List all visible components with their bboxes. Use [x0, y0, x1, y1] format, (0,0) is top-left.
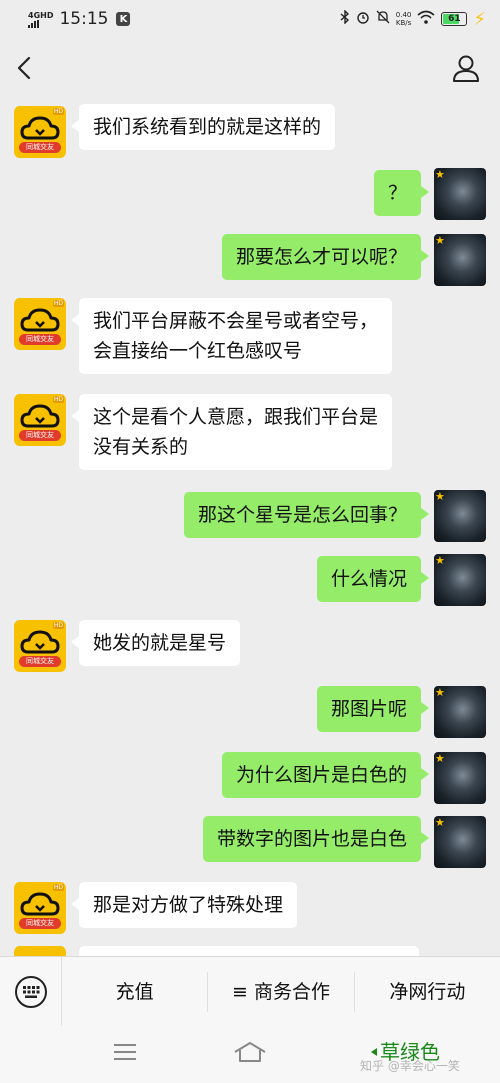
menu-business[interactable]: ≡ 商务合作	[208, 971, 355, 1012]
message-bubble[interactable]: 我们系统看到的就是这样的	[70, 104, 336, 150]
network-indicator: 4GHD	[28, 11, 53, 28]
message-bubble[interactable]: 这个是看个人意愿，跟我们平台是 没有关系的	[70, 394, 393, 470]
avatar-tag: 同城交友	[19, 918, 61, 929]
hd-badge: HD	[52, 396, 64, 403]
star-icon: ★	[435, 554, 445, 567]
user-avatar[interactable]: ★	[434, 490, 486, 542]
user-avatar[interactable]: ★	[434, 752, 486, 804]
star-icon: ★	[435, 490, 445, 503]
user-avatar[interactable]: ★	[434, 168, 486, 220]
menu-clean-network[interactable]: 净网行动	[355, 972, 500, 1012]
avatar-tag: 同城交友	[19, 656, 61, 667]
bottom-menu: 充值 ≡ 商务合作 净网行动	[0, 956, 500, 1027]
contact-avatar[interactable]: HD 同城交友	[14, 106, 66, 158]
person-icon	[453, 55, 479, 82]
message-bubble[interactable]: 为什么图片是白色的	[221, 752, 430, 798]
user-avatar[interactable]: ★	[434, 816, 486, 868]
contact-avatar[interactable]: HD 同城交友	[14, 620, 66, 672]
menu-icon	[114, 1044, 136, 1060]
avatar-tag: 同城交友	[19, 142, 61, 153]
hd-badge: HD	[52, 108, 64, 115]
signal-icon	[28, 19, 53, 28]
message-bubble[interactable]: 那这个星号是怎么回事？	[183, 492, 430, 538]
home-icon	[234, 1042, 266, 1062]
message-bubble[interactable]: 那是对方做了特殊处理	[70, 882, 298, 928]
hd-badge: HD	[52, 622, 64, 629]
recent-apps-button[interactable]	[112, 1040, 138, 1068]
star-icon: ★	[435, 234, 445, 247]
battery-level: 61	[448, 14, 461, 24]
source-watermark: 知乎 @幸会心一笑	[360, 1059, 460, 1073]
clock: 15:15	[59, 9, 109, 29]
back-button[interactable]	[10, 52, 42, 84]
charging-icon: ⚡	[473, 8, 486, 30]
contact-avatar[interactable]: HD 同城交友	[14, 882, 66, 934]
contact-avatar[interactable]	[14, 946, 66, 956]
notification-app-icon: K	[116, 12, 131, 26]
keyboard-toggle-button[interactable]	[0, 956, 62, 1027]
menu-recharge[interactable]: 充值	[62, 971, 209, 1012]
user-avatar[interactable]: ★	[434, 686, 486, 738]
bluetooth-icon	[340, 9, 350, 28]
alarm-icon	[356, 10, 370, 28]
chat-header	[0, 40, 500, 98]
message-bubble-partial[interactable]	[79, 946, 419, 956]
message-bubble[interactable]: 什么情况	[316, 556, 430, 602]
message-list[interactable]: HD 同城交友 我们系统看到的就是这样的 ？ ★ 那要怎么才可以呢？ ★ HD …	[0, 98, 500, 956]
star-icon: ★	[435, 752, 445, 765]
hd-badge: HD	[52, 300, 64, 307]
star-icon: ★	[435, 168, 445, 181]
chevron-left-icon	[17, 56, 31, 80]
hd-badge: HD	[52, 884, 64, 891]
user-avatar[interactable]: ★	[434, 234, 486, 286]
message-bubble[interactable]: 那要怎么才可以呢？	[221, 234, 430, 280]
avatar-tag: 同城交友	[19, 430, 61, 441]
network-speed: 0.40 KB/s	[396, 11, 412, 27]
speed-unit: KB/s	[395, 19, 412, 27]
speed-value: 0.40	[395, 11, 412, 19]
star-icon: ★	[435, 816, 445, 829]
message-bubble[interactable]: ？	[373, 170, 430, 216]
star-icon: ★	[435, 686, 445, 699]
message-bubble[interactable]: 带数字的图片也是白色	[202, 816, 430, 862]
keyboard-icon	[14, 975, 47, 1008]
wifi-icon	[417, 10, 435, 28]
contact-avatar[interactable]: HD 同城交友	[14, 394, 66, 446]
message-bubble[interactable]: 那图片呢	[316, 686, 430, 732]
battery-icon: 61	[441, 12, 468, 26]
message-bubble[interactable]: 她发的就是星号	[70, 620, 241, 666]
user-avatar[interactable]: ★	[434, 554, 486, 606]
contact-avatar[interactable]: HD 同城交友	[14, 298, 66, 350]
status-bar: 4GHD 15:15 K 0.40 KB/s 61 ⚡	[0, 0, 500, 38]
message-bubble[interactable]: 我们平台屏蔽不会星号或者空号， 会直接给一个红色感叹号	[70, 298, 393, 374]
mute-icon	[376, 10, 390, 28]
network-type: 4GHD	[28, 10, 54, 20]
chat-info-button[interactable]	[450, 52, 482, 84]
home-button[interactable]	[233, 1040, 267, 1068]
avatar-tag: 同城交友	[19, 334, 61, 345]
